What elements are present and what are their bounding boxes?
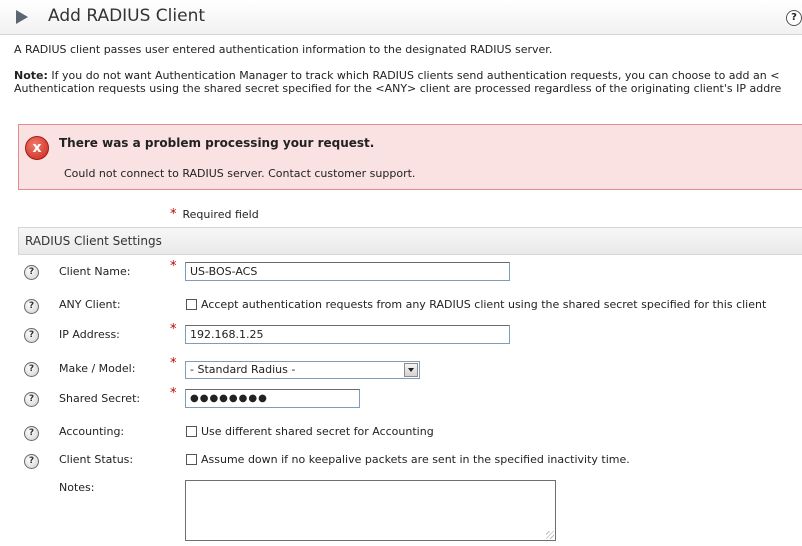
make-model-selected-value: - Standard Radius - [190, 363, 296, 376]
shared-secret-label: Shared Secret: [59, 392, 141, 405]
client-status-label: Client Status: [59, 453, 134, 466]
play-icon[interactable] [16, 10, 28, 24]
any-client-label: ANY Client: [59, 298, 121, 311]
make-model-label: Make / Model: [59, 362, 136, 375]
shared-secret-input[interactable] [185, 389, 360, 408]
help-icon[interactable]: ? [24, 426, 39, 441]
ip-address-label: IP Address: [59, 328, 120, 341]
ip-address-row: ? IP Address: * [0, 322, 802, 350]
any-client-checkbox[interactable] [186, 299, 197, 310]
help-icon[interactable]: ? [24, 328, 39, 343]
client-name-label: Client Name: [59, 265, 131, 278]
make-model-select[interactable]: - Standard Radius - [185, 361, 420, 379]
client-name-input[interactable] [185, 262, 510, 281]
ip-address-input[interactable] [185, 325, 510, 344]
client-name-row: ? Client Name: * [0, 259, 802, 287]
note-text: Note: If you do not want Authentication … [14, 69, 781, 95]
note-line-1: If you do not want Authentication Manage… [47, 69, 780, 82]
required-field-text: Required field [182, 208, 259, 221]
page-title: Add RADIUS Client [48, 6, 206, 26]
section-title: RADIUS Client Settings [25, 234, 162, 248]
help-icon[interactable]: ? [24, 265, 39, 280]
accounting-row: ? Accounting: Use different shared secre… [0, 424, 802, 448]
any-client-row: ? ANY Client: Accept authentication requ… [0, 297, 802, 321]
resize-grip-icon[interactable] [546, 531, 554, 539]
required-star: * [170, 356, 177, 371]
section-header: RADIUS Client Settings [18, 227, 802, 255]
error-icon: x [25, 136, 49, 160]
client-status-checkbox-label: Assume down if no keepalive packets are … [201, 453, 630, 466]
chevron-down-icon[interactable] [404, 363, 418, 377]
accounting-checkbox[interactable] [186, 426, 197, 437]
note-label: Note: [14, 69, 48, 82]
error-message-box: x There was a problem processing your re… [18, 124, 802, 190]
accounting-checkbox-label: Use different shared secret for Accounti… [201, 425, 434, 438]
notes-label: Notes: [59, 481, 95, 494]
required-star: * [170, 322, 177, 337]
help-icon[interactable]: ? [24, 299, 39, 314]
error-title: There was a problem processing your requ… [59, 136, 375, 150]
client-status-row: ? Client Status: Assume down if no keepa… [0, 452, 802, 476]
help-icon[interactable]: ? [786, 10, 802, 26]
shared-secret-row: ? Shared Secret: * [0, 386, 802, 414]
client-status-checkbox[interactable] [186, 454, 197, 465]
required-star: * [170, 207, 177, 222]
notes-textarea[interactable] [185, 480, 556, 541]
make-model-row: ? Make / Model: * - Standard Radius - [0, 356, 802, 384]
help-icon[interactable]: ? [24, 454, 39, 469]
error-detail: Could not connect to RADIUS server. Cont… [64, 167, 416, 180]
help-icon[interactable]: ? [24, 392, 39, 407]
any-client-checkbox-label: Accept authentication requests from any … [201, 298, 767, 311]
intro-text: A RADIUS client passes user entered auth… [14, 43, 553, 56]
accounting-label: Accounting: [59, 425, 125, 438]
required-field-legend: * Required field [170, 207, 259, 222]
note-line-2: Authentication requests using the shared… [14, 82, 782, 95]
required-star: * [170, 259, 177, 274]
help-icon[interactable]: ? [24, 362, 39, 377]
page-header: Add RADIUS Client ? [0, 0, 802, 35]
required-star: * [170, 386, 177, 401]
